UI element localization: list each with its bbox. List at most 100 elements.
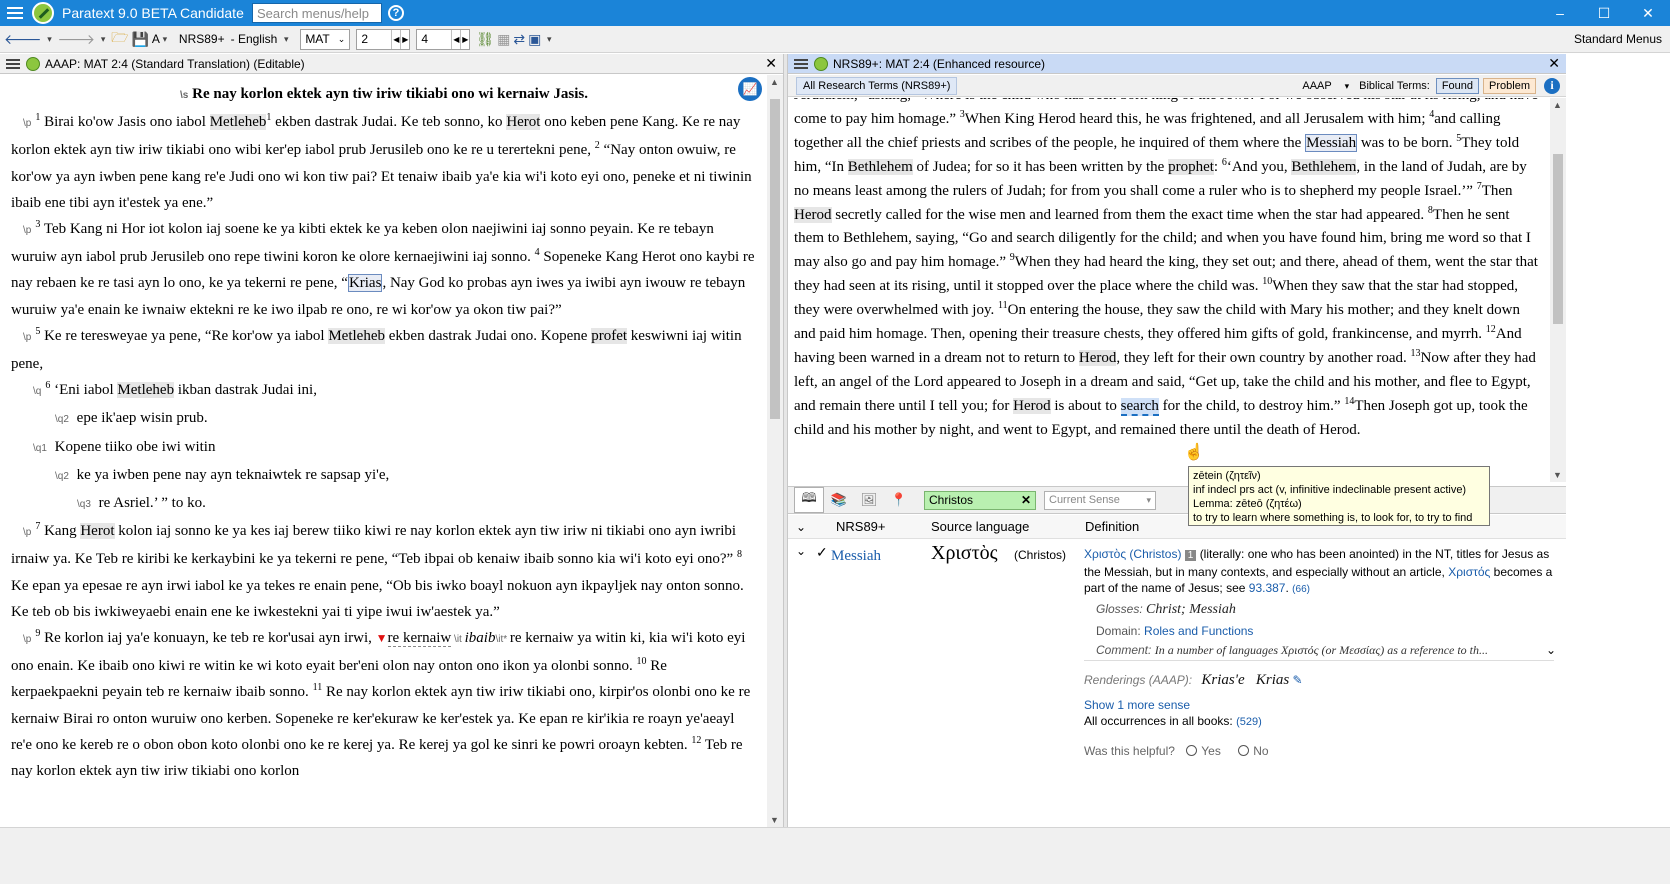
dictionary-icon[interactable]: 🕮 [794,487,824,513]
close-button[interactable]: ✕ [1626,0,1670,26]
collapse-all-icon[interactable]: ⌄ [796,520,806,534]
paragraph[interactable]: \p5 Ke re teresweyae ya pene, “Re kor'ow… [11,323,757,377]
term-rendering-link[interactable]: Messiah [831,548,881,565]
next-chapter-icon[interactable]: ▶ [400,29,409,49]
verse-spinner[interactable]: 4 ◀ ▶ [416,28,471,50]
biblical-term[interactable]: Metleheb [328,327,385,344]
biblical-term[interactable]: Herot [80,523,115,540]
column-source-language[interactable]: Source language [931,519,1029,534]
yes-radio[interactable]: Yes [1186,744,1221,758]
clear-search-icon[interactable]: ✕ [1021,493,1031,507]
resource-text[interactable]: Jerusalem, “asking, “Where is the child … [788,98,1548,482]
info-icon[interactable]: i [1544,77,1560,94]
left-scrollbar[interactable]: ▲ ▼ [767,75,783,827]
prev-verse-icon[interactable]: ◀ [451,29,460,49]
paragraph[interactable]: \q6 ‘Eni iabol Metleheb ikban dastrak Ju… [11,377,757,405]
definition-count[interactable]: (66) [1292,584,1310,595]
back-dropdown-icon[interactable]: ▾ [45,29,55,49]
maximize-button[interactable]: ☐ [1582,0,1626,26]
scroll-down-icon[interactable]: ▼ [1553,470,1562,480]
note-flag-icon[interactable]: ▼ [376,631,388,645]
book-select[interactable]: MAT ⌄ [300,28,351,50]
right-scrollbar[interactable]: ▲ ▼ [1550,98,1566,482]
standard-menus-button[interactable]: Standard Menus [1574,32,1662,46]
back-arrow-icon[interactable]: 🡐 [4,29,42,49]
no-radio[interactable]: No [1238,744,1269,758]
pane-menu-icon[interactable] [6,58,20,69]
paragraph[interactable]: \p9 Re korlon iaj ya'e konuayn, ke teb r… [11,625,757,784]
biblical-term[interactable]: Bethlehem [1291,158,1357,175]
main-menu-button[interactable] [0,0,30,26]
paragraph[interactable]: \p3 Teb Kang ni Hor iot kolon iaj soene … [11,216,757,323]
open-folder-icon[interactable]: 🗁 [111,29,128,49]
scroll-up-icon[interactable]: ▲ [770,77,779,87]
definition-link[interactable]: Χριστὸς (Christos) [1084,547,1181,561]
scroll-thumb[interactable] [770,99,780,419]
link-icon[interactable]: ⛓ [476,29,494,49]
project-selector[interactable]: NRS89+ [179,32,225,46]
hovered-word[interactable]: search [1120,397,1159,416]
biblical-term[interactable]: Herod [1013,397,1051,414]
image-icon[interactable]: 🖼 [854,487,884,513]
paragraph[interactable]: \q2 epe ik'aep wisin prub. [11,405,757,433]
biblical-term[interactable]: Herod [794,206,832,223]
domain-link[interactable]: Roles and Functions [1144,624,1253,638]
biblical-term[interactable]: profet [591,327,628,344]
progress-chart-icon[interactable]: 📈 [738,77,762,101]
minimize-button[interactable]: – [1538,0,1582,26]
scroll-down-icon[interactable]: ▼ [770,815,779,825]
grid-icon[interactable]: ▦ [497,29,510,49]
translation-editor[interactable]: \s Re nay korlon ektek ayn tiw iriw tiki… [0,75,765,827]
show-more-sense-link[interactable]: Show 1 more sense [1084,698,1190,712]
column-project[interactable]: NRS89+ [836,519,886,534]
all-occurrences-count[interactable]: (529) [1236,716,1262,728]
found-button[interactable]: Found [1435,77,1480,94]
prev-chapter-icon[interactable]: ◀ [391,29,400,49]
paragraph[interactable]: \q2 ke ya iwben pene nay ayn teknaiwtek … [11,462,757,490]
paragraph[interactable]: \q1 Kopene tiiko obe iwi witin [11,434,757,462]
biblical-term[interactable]: Metleheb [209,114,267,131]
biblical-term[interactable]: Herod [1078,349,1117,366]
project-filter-select[interactable]: AAAP ▾ [1292,80,1349,92]
scroll-up-icon[interactable]: ▲ [1553,100,1562,110]
chapter-spinner[interactable]: 2 ◀ ▶ [356,28,411,50]
column-definition[interactable]: Definition [1085,519,1139,534]
problem-button[interactable]: Problem [1483,77,1536,94]
biblical-term[interactable]: prophet [1168,158,1214,175]
section-heading[interactable]: \s Re nay korlon ektek ayn tiw iriw tiki… [11,81,757,109]
research-terms-button[interactable]: All Research Terms (NRS89+) [796,76,958,95]
next-verse-icon[interactable]: ▶ [460,29,469,49]
pane-menu-icon[interactable] [794,58,808,69]
expand-row-icon[interactable]: ⌄ [796,544,806,558]
selected-term[interactable]: Messiah [1305,133,1358,152]
edit-pencil-icon[interactable]: ✎ [1293,673,1303,687]
domain-reference-link[interactable]: 93.387 [1249,581,1286,595]
save-icon[interactable]: 💾 [131,29,148,49]
term-search-input[interactable]: Christos ✕ [924,490,1036,510]
biblical-term[interactable]: Metleheb [117,382,175,399]
expand-comment-icon[interactable]: ⌄ [1546,643,1556,657]
font-size-button[interactable]: A ▾ [152,29,173,49]
paragraph[interactable]: \p1 Birai ko'ow Jasis ono iabol Metleheb… [11,109,757,216]
close-pane-icon[interactable]: ✕ [1548,55,1560,72]
help-icon[interactable]: ? [388,5,404,21]
forward-arrow-icon[interactable]: 🡒 [58,29,96,49]
biblical-term[interactable]: Herot [506,114,541,131]
menu-search-input[interactable]: Search menus/help [252,3,382,23]
biblical-term[interactable]: Bethlehem [847,158,913,175]
scroll-thumb[interactable] [1553,154,1563,324]
window-layout-icon[interactable]: ▣ [528,29,541,49]
selected-term[interactable]: Krias [347,274,383,293]
close-pane-icon[interactable]: ✕ [765,55,777,72]
library-icon[interactable]: 📚 [824,487,854,513]
paragraph[interactable]: \q3 re Asriel.’ ” to ko. [11,490,757,518]
definition-link-2[interactable]: Χριστός [1448,565,1490,579]
sync-icon[interactable]: ⇄ [513,29,525,49]
map-pin-icon[interactable]: 📍 [884,487,914,513]
resource-paragraph[interactable]: Jerusalem, “asking, “Where is the child … [794,98,1542,443]
sense-select[interactable]: Current Sense ▾ [1044,490,1156,510]
layout-dropdown-icon[interactable]: ▾ [544,29,554,49]
forward-dropdown-icon[interactable]: ▾ [98,29,108,49]
language-selector[interactable]: - English ▾ [231,29,295,49]
paragraph[interactable]: \p7 Kang Herot kolon iaj sonno ke ya kes… [11,518,757,625]
